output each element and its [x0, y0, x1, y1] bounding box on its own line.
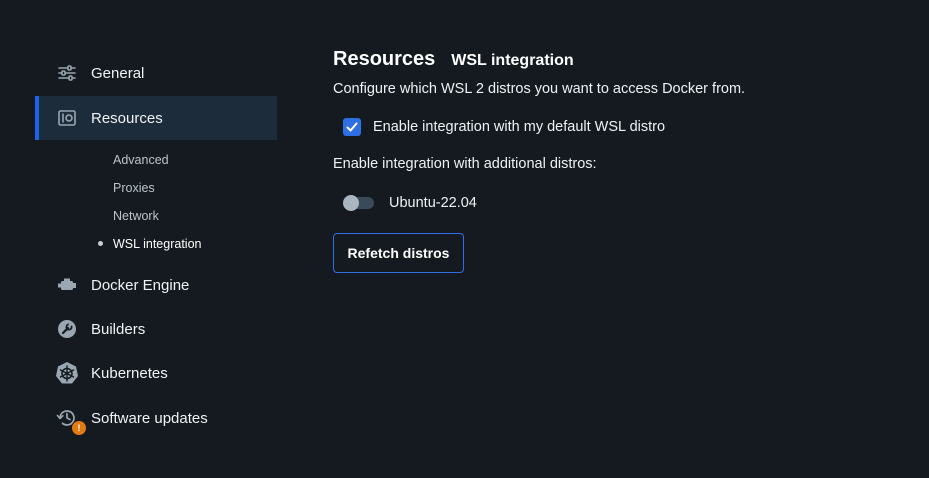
update-icon: ! — [55, 406, 87, 436]
sidebar-subitem-wsl-integration[interactable]: WSL integration — [113, 235, 201, 253]
sidebar-item-kubernetes[interactable]: Kubernetes — [35, 351, 277, 395]
sidebar-item-label: General — [91, 64, 145, 82]
page-header: Resources WSL integration — [333, 48, 574, 71]
additional-distros-label: Enable integration with additional distr… — [333, 156, 597, 172]
engine-icon — [55, 273, 79, 297]
sliders-icon — [55, 61, 79, 85]
settings-page: General Resources Advanced Proxies Netwo… — [0, 0, 929, 478]
sidebar-item-label: Builders — [91, 320, 146, 338]
warning-badge: ! — [71, 420, 87, 436]
sidebar-item-label: Software updates — [91, 409, 208, 427]
resources-icon — [55, 106, 79, 130]
distro-name: Ubuntu-22.04 — [389, 195, 477, 211]
sidebar-item-label: Kubernetes — [91, 364, 168, 382]
distro-row: Ubuntu-22.04 — [343, 195, 477, 211]
sidebar-item-builders[interactable]: Builders — [35, 307, 277, 351]
sidebar-subitem-proxies[interactable]: Proxies — [113, 179, 155, 197]
current-bullet-icon — [98, 241, 103, 246]
sidebar-subitem-network[interactable]: Network — [113, 207, 159, 225]
checkmark-icon — [346, 122, 358, 132]
sidebar-item-general[interactable]: General — [35, 51, 277, 95]
wrench-icon — [55, 317, 79, 341]
page-title: Resources — [333, 48, 436, 70]
sidebar-item-docker-engine[interactable]: Docker Engine — [35, 263, 277, 307]
kubernetes-icon — [55, 361, 79, 385]
sidebar-subitem-advanced[interactable]: Advanced — [113, 151, 169, 169]
sidebar-item-resources[interactable]: Resources — [35, 96, 277, 140]
default-integration-label: Enable integration with my default WSL d… — [373, 119, 666, 135]
page-description: Configure which WSL 2 distros you want t… — [333, 81, 746, 97]
toggle-knob — [343, 195, 359, 211]
page-subtitle: WSL integration — [451, 52, 574, 69]
sidebar-item-label: Resources — [91, 109, 163, 127]
default-integration-checkbox[interactable] — [343, 118, 361, 136]
refetch-distros-button[interactable]: Refetch distros — [333, 233, 464, 273]
sidebar-item-software-updates[interactable]: ! Software updates — [35, 396, 277, 440]
sidebar-item-label: Docker Engine — [91, 276, 190, 294]
default-integration-option[interactable]: Enable integration with my default WSL d… — [343, 118, 665, 136]
distro-toggle[interactable] — [343, 195, 374, 211]
